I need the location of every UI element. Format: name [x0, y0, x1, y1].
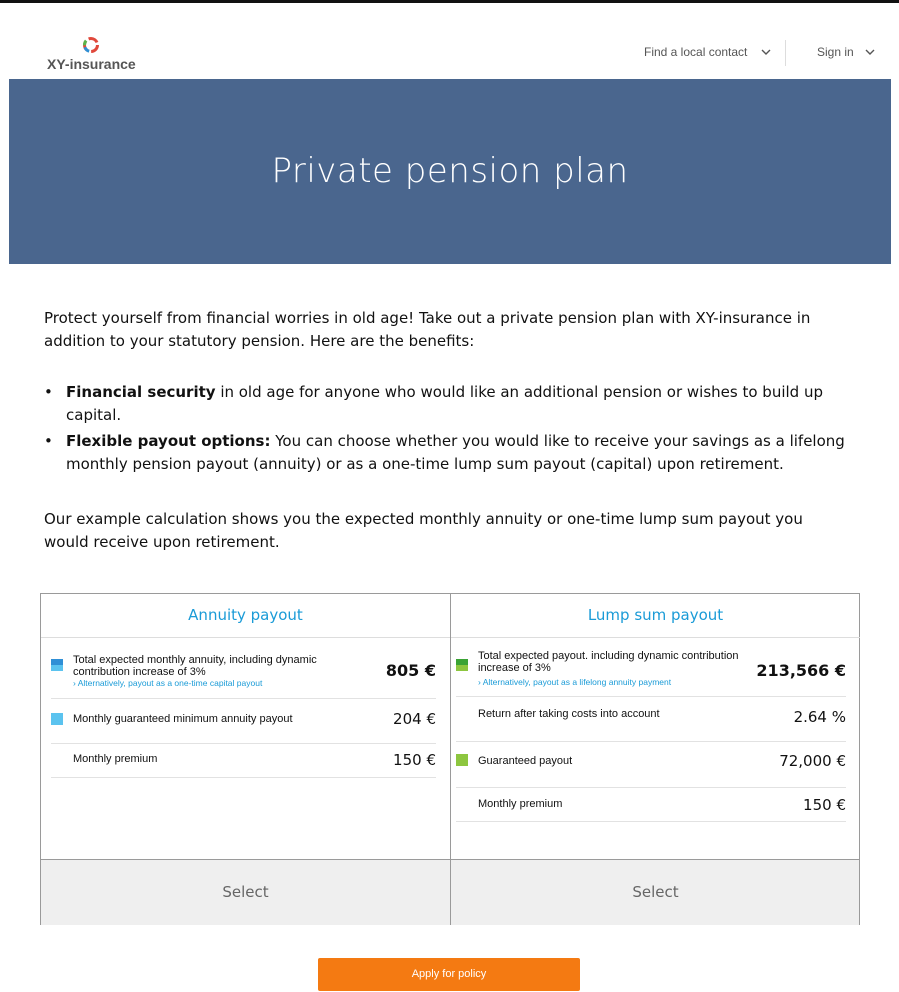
annuity-column: Annuity payout Total expected monthly an… — [41, 594, 451, 859]
logo-mark-icon — [83, 37, 99, 53]
legend-swatch-light-green — [456, 754, 468, 766]
bullet-icon: • — [44, 383, 53, 401]
logo-text: XY-insurance — [47, 56, 136, 72]
annuity-title: Annuity payout — [41, 594, 450, 638]
lump-sum-title: Lump sum payout — [451, 594, 860, 638]
benefit-title: Flexible payout options: — [66, 432, 271, 450]
row-label: Monthly guaranteed minimum annuity payou… — [73, 713, 293, 725]
page-title: Private pension plan — [271, 151, 629, 191]
payout-comparison: Annuity payout Total expected monthly an… — [40, 593, 860, 925]
table-row: Monthly guaranteed minimum annuity payou… — [51, 698, 436, 744]
table-row: Monthly premium 150 € — [51, 743, 436, 778]
legend-swatch-blue — [51, 659, 63, 671]
apply-for-policy-button[interactable]: Apply for policy — [318, 958, 580, 991]
nav-divider — [785, 40, 786, 66]
logo[interactable]: XY-insurance — [44, 36, 144, 76]
intro-text: Protect yourself from financial worries … — [44, 309, 811, 350]
table-row: Monthly premium 150 € — [456, 787, 846, 822]
lump-sum-column: Lump sum payout Total expected payout. i… — [451, 594, 860, 859]
row-label: Total expected payout. including dynamic… — [478, 650, 739, 674]
row-value: 150 € — [803, 796, 846, 814]
table-row: Total expected payout. including dynamic… — [456, 639, 846, 697]
row-label: Monthly premium — [73, 753, 158, 765]
select-bar: Select Select — [41, 859, 859, 925]
sign-in-menu[interactable]: Sign in — [817, 45, 875, 59]
legend-swatch-light-blue — [51, 713, 63, 725]
alternative-payout-link[interactable]: › Alternatively, payout as a lifelong an… — [478, 677, 671, 687]
chevron-down-icon — [865, 45, 875, 59]
row-value: 2.64 % — [793, 708, 846, 726]
select-annuity-button[interactable]: Select — [41, 860, 451, 925]
sign-in-label: Sign in — [817, 45, 854, 59]
row-value: 204 € — [393, 710, 436, 728]
row-value: 72,000 € — [779, 752, 846, 770]
benefit-title: Financial security — [66, 383, 216, 401]
bullet-icon: • — [44, 432, 53, 450]
alternative-payout-link[interactable]: › Alternatively, payout as a one-time ca… — [73, 678, 262, 688]
top-border — [0, 0, 899, 3]
row-value: 213,566 € — [756, 661, 846, 680]
find-local-contact-label: Find a local contact — [644, 45, 748, 59]
row-label: Total expected monthly annuity, includin… — [73, 654, 317, 678]
select-lump-sum-button[interactable]: Select — [451, 860, 860, 925]
chevron-down-icon — [761, 45, 771, 59]
row-value: 805 € — [385, 661, 436, 680]
row-label: Guaranteed payout — [478, 755, 573, 767]
row-value: 150 € — [393, 751, 436, 769]
calculation-text: Our example calculation shows you the ex… — [44, 510, 803, 551]
row-label: Monthly premium — [478, 798, 563, 810]
hero-banner: Private pension plan — [9, 79, 891, 264]
table-row: Return after taking costs into account 2… — [456, 696, 846, 742]
row-label: Return after taking costs into account — [478, 708, 660, 720]
find-local-contact-menu[interactable]: Find a local contact — [644, 45, 771, 59]
table-row: Guaranteed payout 72,000 € — [456, 741, 846, 788]
table-row: Total expected monthly annuity, includin… — [51, 639, 436, 699]
legend-swatch-green — [456, 659, 468, 671]
